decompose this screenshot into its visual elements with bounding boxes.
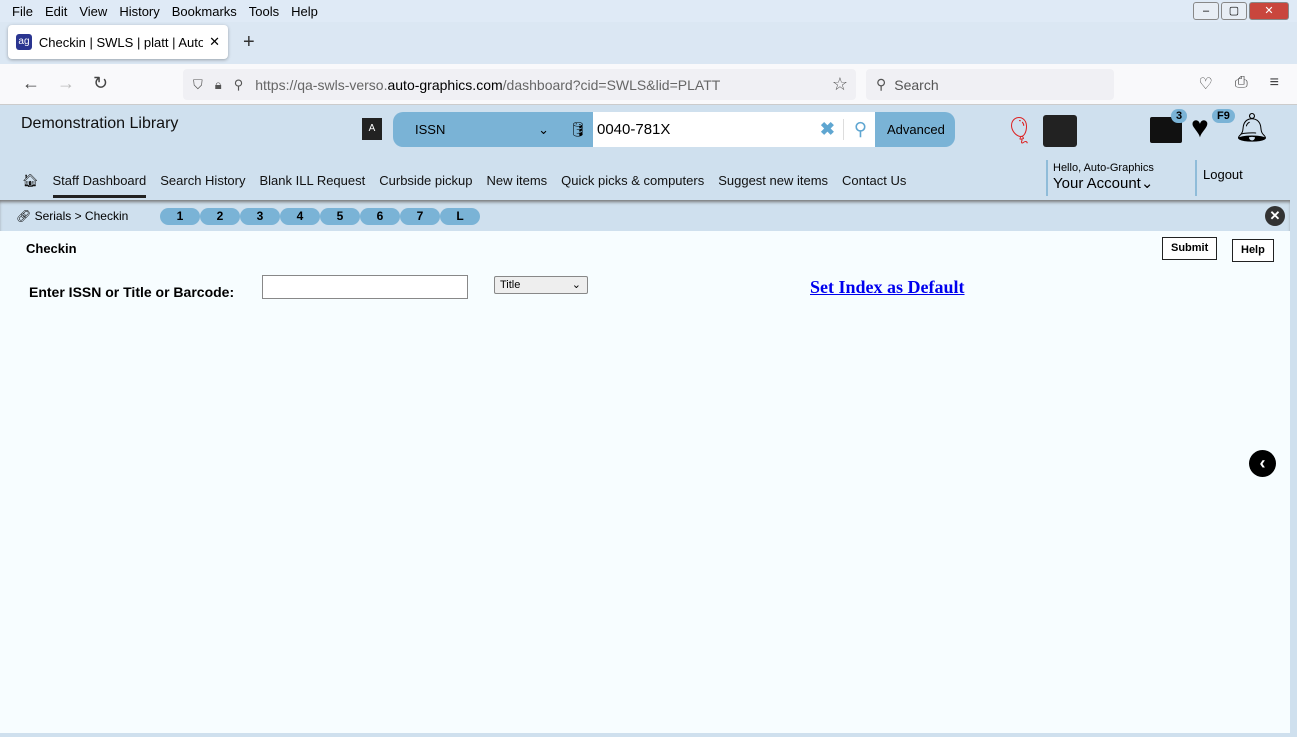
chevron-down-icon: ⌄: [571, 279, 581, 291]
chevron-down-icon: ⌄: [1140, 175, 1154, 192]
search-label: Enter ISSN or Title or Barcode:: [29, 284, 235, 300]
close-window-button[interactable]: ✕: [1249, 2, 1289, 20]
home-icon[interactable]: 🏠︎: [22, 173, 39, 198]
bookmark-star-icon[interactable]: ☆: [832, 74, 848, 95]
step-pill-3[interactable]: 3: [240, 208, 280, 225]
nav-contact-us[interactable]: Contact Us: [842, 173, 906, 198]
breadcrumb: 🔗︎ Serials > Checkin: [16, 209, 129, 223]
translate-icon[interactable]: A: [362, 118, 382, 140]
permissions-icon: ⚲: [233, 76, 244, 92]
print-icon[interactable]: ⎙: [1235, 74, 1248, 94]
menu-view[interactable]: View: [79, 4, 107, 19]
nav-blank-ill-request[interactable]: Blank ILL Request: [259, 173, 365, 198]
menu-bar: File Edit View History Bookmarks Tools H…: [0, 0, 1297, 22]
balloon-icon[interactable]: 🎈︎: [1003, 115, 1036, 146]
favorites-badge: F9: [1212, 109, 1235, 123]
lock-icon: 🔒︎: [214, 76, 222, 92]
minimize-button[interactable]: –: [1193, 2, 1219, 20]
nav-quick-picks[interactable]: Quick picks & computers: [561, 173, 704, 198]
window-frame: [1290, 105, 1297, 737]
nav-suggest-new-items[interactable]: Suggest new items: [718, 173, 828, 198]
shield-icon: ⛉: [193, 76, 203, 92]
browser-tab[interactable]: ag Checkin | SWLS | platt | Auto-Graphics…: [8, 25, 228, 59]
reload-icon[interactable]: ↻: [93, 73, 108, 94]
close-tab-icon[interactable]: ✕: [209, 34, 220, 50]
nav-staff-dashboard[interactable]: Staff Dashboard: [52, 173, 147, 198]
help-button[interactable]: Help: [1232, 239, 1274, 262]
list-badge: 3: [1171, 109, 1188, 123]
bell-icon[interactable]: 🔔︎: [1234, 111, 1270, 144]
tab-title: Checkin | SWLS | platt | Auto-Graphics: [38, 34, 204, 50]
step-pill-7[interactable]: 7: [400, 208, 440, 225]
clear-icon[interactable]: ✖: [820, 119, 835, 140]
hamburger-menu-icon[interactable]: ≡: [1270, 74, 1279, 94]
maximize-button[interactable]: ▢: [1221, 2, 1247, 20]
menu-tools[interactable]: Tools: [249, 4, 279, 19]
pocket-icon[interactable]: ♡: [1199, 74, 1213, 94]
search-type-select[interactable]: ISSN ⌄: [393, 122, 563, 138]
step-pill-2[interactable]: 2: [200, 208, 240, 225]
set-index-default-link[interactable]: Set Index as Default: [810, 277, 965, 298]
nav-new-items[interactable]: New items: [486, 173, 547, 198]
account-menu[interactable]: Hello, Auto-Graphics Your Account⌄: [1046, 160, 1154, 196]
chevron-left-icon[interactable]: ‹: [1249, 450, 1276, 477]
browser-search[interactable]: ⚲ Search: [866, 69, 1114, 100]
index-select[interactable]: Title ⌄: [494, 276, 588, 294]
favicon-icon: ag: [16, 34, 32, 50]
new-tab-button[interactable]: +: [243, 31, 255, 54]
back-icon[interactable]: ←: [22, 73, 40, 94]
link-icon: 🔗︎: [16, 209, 32, 223]
step-pill-5[interactable]: 5: [320, 208, 360, 225]
page-title: Checkin: [26, 241, 77, 256]
logout-link[interactable]: Logout: [1195, 160, 1243, 196]
menu-bookmarks[interactable]: Bookmarks: [172, 4, 237, 19]
url-bar[interactable]: ⛉ 🔒︎ ⚲ https://qa-swls-verso.auto-graphics.…: [183, 69, 856, 100]
forward-icon[interactable]: →: [57, 73, 75, 94]
search-icon[interactable]: ⚲: [842, 119, 867, 140]
library-name: Demonstration Library: [21, 115, 179, 132]
close-icon[interactable]: ✕: [1265, 206, 1285, 226]
advanced-search-button[interactable]: Advanced: [875, 122, 945, 137]
search-input[interactable]: 0040-781X ✖ ⚲: [593, 112, 875, 147]
chevron-down-icon: ⌄: [538, 121, 549, 137]
search-box: ISSN ⌄ 🛢︎ 0040-781X ✖ ⚲ Advanced: [393, 112, 955, 147]
step-pill-4[interactable]: 4: [280, 208, 320, 225]
step-pill-l[interactable]: L: [440, 208, 480, 225]
nav-search-history[interactable]: Search History: [160, 173, 245, 198]
menu-help[interactable]: Help: [291, 4, 318, 19]
step-pill-1[interactable]: 1: [160, 208, 200, 225]
menu-history[interactable]: History: [119, 4, 159, 19]
menu-edit[interactable]: Edit: [45, 4, 67, 19]
menu-file[interactable]: File: [12, 4, 33, 19]
issn-title-barcode-input[interactable]: [262, 275, 468, 299]
heart-icon[interactable]: ♥: [1191, 111, 1209, 145]
search-icon: ⚲: [876, 76, 887, 92]
nav-curbside-pickup[interactable]: Curbside pickup: [379, 173, 472, 198]
database-icon[interactable]: 🛢︎: [563, 121, 593, 138]
step-pill-6[interactable]: 6: [360, 208, 400, 225]
catalog-search-icon[interactable]: [1043, 115, 1077, 147]
submit-button[interactable]: Submit: [1162, 237, 1218, 260]
